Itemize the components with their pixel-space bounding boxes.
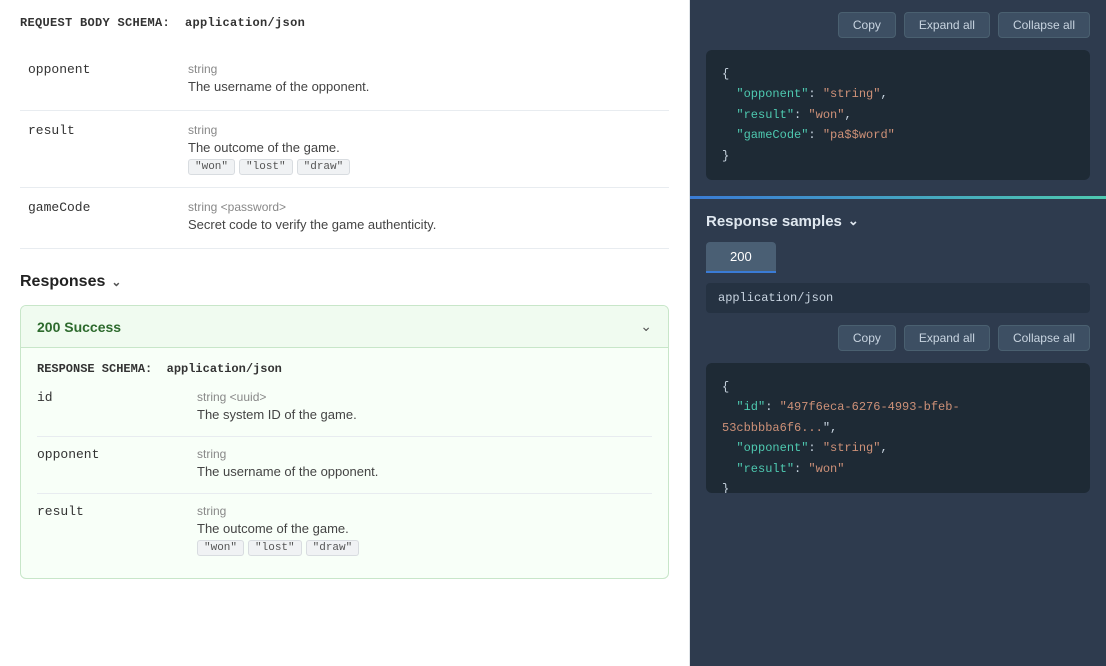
response-samples-title: Response samples bbox=[706, 213, 842, 230]
json-val-result: "won" bbox=[808, 108, 844, 122]
response-field-row-id: id string <uuid> The system ID of the ga… bbox=[37, 380, 652, 437]
request-code-toolbar: Copy Expand all Collapse all bbox=[706, 12, 1090, 38]
response-fields: id string <uuid> The system ID of the ga… bbox=[21, 380, 668, 578]
close-brace-1: } bbox=[722, 149, 729, 163]
enum-tag-lost: "lost" bbox=[239, 159, 293, 175]
field-row-gamecode: gameCode string <password> Secret code t… bbox=[20, 188, 669, 249]
request-copy-button[interactable]: Copy bbox=[838, 12, 896, 38]
responses-section: Responses ⌄ 200 Success ⌄ RESPONSE SCHEM… bbox=[20, 273, 669, 579]
field-name-result: result bbox=[28, 123, 188, 175]
field-row-result: result string The outcome of the game. "… bbox=[20, 111, 669, 188]
field-desc-gamecode: Secret code to verify the game authentic… bbox=[188, 217, 661, 232]
response-field-type-opponent: string bbox=[197, 447, 652, 461]
field-desc-opponent: The username of the opponent. bbox=[188, 79, 661, 94]
response-code-toolbar: Copy Expand all Collapse all bbox=[706, 325, 1090, 351]
responses-chevron-icon[interactable]: ⌄ bbox=[111, 275, 121, 289]
response-enum-tag-draw: "draw" bbox=[306, 540, 360, 556]
response-copy-button[interactable]: Copy bbox=[838, 325, 896, 351]
response-enum-tag-lost: "lost" bbox=[248, 540, 302, 556]
response-200-dropdown-icon[interactable]: ⌄ bbox=[640, 318, 652, 335]
request-body-type: application/json bbox=[185, 16, 305, 30]
response-field-details-id: string <uuid> The system ID of the game. bbox=[197, 390, 652, 426]
response-enum-tags-result: "won" "lost" "draw" bbox=[197, 540, 652, 556]
response-schema-type: application/json bbox=[167, 362, 282, 376]
request-sample-section: Copy Expand all Collapse all { "opponent… bbox=[690, 0, 1106, 196]
response-field-name-result: result bbox=[37, 504, 197, 556]
response-200-box: 200 Success ⌄ RESPONSE SCHEMA: applicati… bbox=[20, 305, 669, 579]
request-body-schema-text: REQUEST BODY SCHEMA: bbox=[20, 16, 170, 30]
response-field-name-id: id bbox=[37, 390, 197, 426]
request-expand-all-button[interactable]: Expand all bbox=[904, 12, 990, 38]
field-name-opponent: opponent bbox=[28, 62, 188, 98]
enum-tag-draw: "draw" bbox=[297, 159, 351, 175]
tab-200[interactable]: 200 bbox=[706, 242, 776, 273]
field-details-result: string The outcome of the game. "won" "l… bbox=[188, 123, 661, 175]
media-type-bar: application/json bbox=[706, 283, 1090, 313]
resp-json-val-result: "won" bbox=[808, 462, 844, 476]
response-schema-text: RESPONSE SCHEMA: bbox=[37, 362, 152, 376]
resp-open-brace: { bbox=[722, 380, 729, 394]
response-200-title: 200 Success bbox=[37, 319, 121, 335]
response-200-header[interactable]: 200 Success ⌄ bbox=[21, 306, 668, 348]
field-type-opponent: string bbox=[188, 62, 661, 76]
field-type-gamecode: string <password> bbox=[188, 200, 661, 214]
resp-json-key-opponent: "opponent" bbox=[736, 441, 808, 455]
response-field-row-opponent: opponent string The username of the oppo… bbox=[37, 437, 652, 494]
resp-json-key-result: "result" bbox=[736, 462, 794, 476]
json-key-opponent: "opponent" bbox=[736, 87, 808, 101]
resp-json-val-opponent: "string" bbox=[823, 441, 881, 455]
right-panel: Copy Expand all Collapse all { "opponent… bbox=[690, 0, 1106, 666]
field-desc-result: The outcome of the game. bbox=[188, 140, 661, 155]
field-type-result: string bbox=[188, 123, 661, 137]
response-tab-bar: 200 bbox=[706, 242, 1090, 273]
response-enum-tag-won: "won" bbox=[197, 540, 244, 556]
responses-title: Responses bbox=[20, 273, 105, 291]
response-field-row-result: result string The outcome of the game. "… bbox=[37, 494, 652, 566]
resp-close-brace: } bbox=[722, 482, 729, 493]
responses-header: Responses ⌄ bbox=[20, 273, 669, 291]
enum-tags-result: "won" "lost" "draw" bbox=[188, 159, 661, 175]
field-name-gamecode: gameCode bbox=[28, 200, 188, 236]
response-field-desc-result: The outcome of the game. bbox=[197, 521, 652, 536]
response-samples-chevron-icon[interactable]: ⌄ bbox=[848, 213, 859, 229]
field-details-gamecode: string <password> Secret code to verify … bbox=[188, 200, 661, 236]
json-key-result: "result" bbox=[736, 108, 794, 122]
response-schema-label: RESPONSE SCHEMA: application/json bbox=[21, 348, 668, 380]
response-field-details-opponent: string The username of the opponent. bbox=[197, 447, 652, 483]
resp-json-key-id: "id" bbox=[736, 400, 765, 414]
response-field-name-opponent: opponent bbox=[37, 447, 197, 483]
request-schema-table: opponent string The username of the oppo… bbox=[20, 50, 669, 249]
response-field-desc-id: The system ID of the game. bbox=[197, 407, 652, 422]
json-val-opponent: "string" bbox=[823, 87, 881, 101]
field-row-opponent: opponent string The username of the oppo… bbox=[20, 50, 669, 111]
response-expand-all-button[interactable]: Expand all bbox=[904, 325, 990, 351]
json-val-gamecode: "pa$$word" bbox=[823, 128, 895, 142]
response-code-block: { "id": "497f6eca-6276-4993-bfeb-53cbbbb… bbox=[706, 363, 1090, 493]
response-field-type-result: string bbox=[197, 504, 652, 518]
field-details-opponent: string The username of the opponent. bbox=[188, 62, 661, 98]
response-samples-section: Response samples ⌄ 200 application/json … bbox=[690, 199, 1106, 666]
response-field-type-id: string <uuid> bbox=[197, 390, 652, 404]
request-body-label: REQUEST BODY SCHEMA: application/json bbox=[20, 16, 669, 30]
request-code-block: { "opponent": "string", "result": "won",… bbox=[706, 50, 1090, 180]
enum-tag-won: "won" bbox=[188, 159, 235, 175]
json-key-gamecode: "gameCode" bbox=[736, 128, 808, 142]
open-brace-1: { bbox=[722, 67, 729, 81]
left-panel: REQUEST BODY SCHEMA: application/json op… bbox=[0, 0, 690, 666]
response-collapse-all-button[interactable]: Collapse all bbox=[998, 325, 1090, 351]
response-field-details-result: string The outcome of the game. "won" "l… bbox=[197, 504, 652, 556]
request-collapse-all-button[interactable]: Collapse all bbox=[998, 12, 1090, 38]
response-samples-header: Response samples ⌄ bbox=[706, 213, 1090, 230]
response-field-desc-opponent: The username of the opponent. bbox=[197, 464, 652, 479]
